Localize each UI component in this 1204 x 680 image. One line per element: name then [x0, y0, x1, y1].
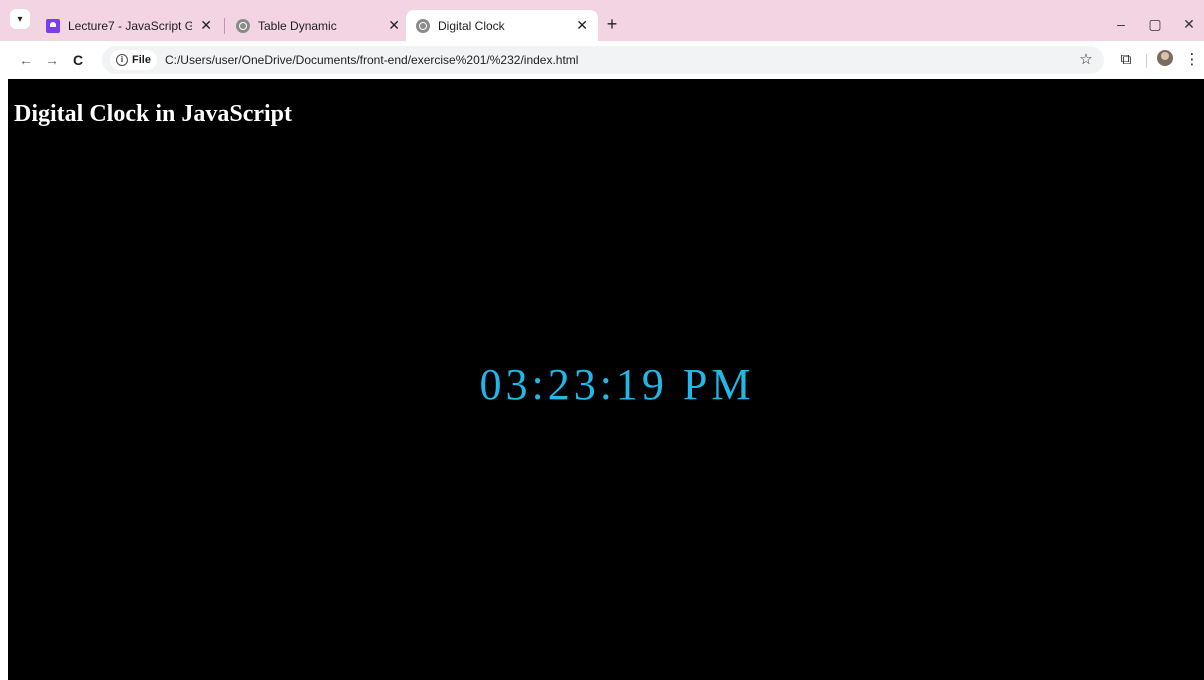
tab-title: Digital Clock	[438, 18, 505, 33]
reload-icon[interactable]: C	[68, 50, 88, 70]
minimize-button[interactable]: –	[1106, 11, 1136, 37]
address-bar[interactable]: i File C:/Users/user/OneDrive/Documents/…	[102, 46, 1104, 74]
toolbar-divider	[1146, 54, 1147, 68]
classroom-icon	[46, 18, 60, 33]
info-icon: i	[116, 54, 128, 66]
tab-title: Table Dynamic	[258, 18, 337, 33]
globe-icon	[416, 18, 430, 33]
tab-digital-clock[interactable]: Digital Clock ✕	[406, 10, 598, 41]
clock-display: 03:23:19 PM	[479, 360, 755, 409]
tab-table-dynamic[interactable]: Table Dynamic ✕	[226, 10, 410, 41]
tab-title: Lecture7 - JavaScript Graphics a	[68, 18, 193, 33]
tab-search-button[interactable]: ▾	[10, 9, 30, 29]
restore-button[interactable]: ▢	[1140, 11, 1170, 37]
close-icon[interactable]: ✕	[200, 17, 212, 34]
site-info-chip[interactable]: i File	[110, 50, 157, 70]
page-title: Digital Clock in JavaScript	[14, 101, 293, 127]
bookmark-star-icon[interactable]: ☆	[1076, 50, 1096, 70]
menu-icon[interactable]: ⋮	[1182, 50, 1202, 70]
close-icon[interactable]: ✕	[576, 17, 588, 34]
browser-toolbar: ← → C i File C:/Users/user/OneDrive/Docu…	[0, 41, 1204, 79]
globe-icon	[236, 18, 250, 33]
window-close-button[interactable]: ✕	[1174, 11, 1204, 37]
file-chip-label: File	[132, 54, 151, 66]
new-tab-button[interactable]: +	[601, 13, 623, 35]
profile-avatar[interactable]	[1157, 50, 1173, 66]
chevron-down-icon: ▾	[17, 13, 23, 25]
extensions-icon[interactable]: ⧉	[1116, 50, 1136, 70]
tab-strip: ▾ Lecture7 - JavaScript Graphics a ✕ Tab…	[0, 0, 1204, 41]
forward-arrow-icon[interactable]: →	[42, 50, 62, 70]
url-text[interactable]: C:/Users/user/OneDrive/Documents/front-e…	[165, 53, 579, 67]
close-icon[interactable]: ✕	[388, 17, 400, 34]
page-viewport: Digital Clock in JavaScript 03:23:19 PM	[8, 79, 1204, 680]
back-arrow-icon[interactable]: ←	[16, 50, 36, 70]
tab-lecture7[interactable]: Lecture7 - JavaScript Graphics a ✕	[36, 10, 222, 41]
tab-divider	[224, 18, 225, 34]
